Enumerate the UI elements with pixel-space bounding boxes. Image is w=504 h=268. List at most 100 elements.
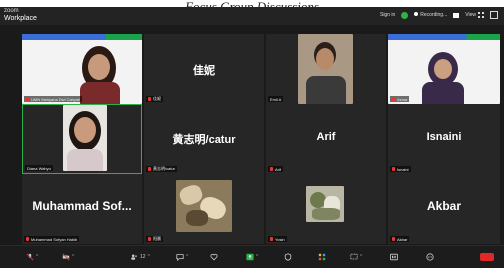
mic-muted-icon xyxy=(26,97,29,101)
participant-name-tag: Yosin xyxy=(268,236,287,242)
participant-name: Diana Wahyu xyxy=(27,165,51,171)
chevron-up-icon[interactable]: ^ xyxy=(72,254,74,260)
chevron-up-icon[interactable]: ^ xyxy=(148,254,150,260)
participants-button[interactable]: 12 ^ xyxy=(130,252,150,262)
participant-tile[interactable]: 佳妮 佳妮 xyxy=(144,34,264,104)
participant-name: Yosin xyxy=(275,236,285,242)
fullscreen-icon[interactable] xyxy=(490,11,498,19)
participant-tile[interactable]: Akbar Akbar xyxy=(388,174,500,244)
chevron-up-icon[interactable]: ^ xyxy=(360,254,362,260)
whiteboard-icon xyxy=(350,253,358,260)
top-right-controls: Sign in Recording... View xyxy=(380,11,498,19)
chevron-up-icon[interactable]: ^ xyxy=(36,254,38,260)
brand-line1: zoom xyxy=(4,8,19,14)
participant-shirt xyxy=(67,149,103,171)
participant-tile[interactable]: Yosin xyxy=(266,174,386,244)
share-screen-icon xyxy=(246,253,254,261)
mic-muted-icon xyxy=(26,237,29,241)
record-button[interactable] xyxy=(390,252,398,262)
mic-muted-icon xyxy=(148,97,151,101)
participant-tile[interactable]: Azma xyxy=(388,34,500,104)
participant-tile[interactable]: Isnaini Isnaini xyxy=(388,104,500,174)
participant-name: 佳妮 xyxy=(153,96,161,101)
chevron-up-icon[interactable]: ^ xyxy=(186,254,188,260)
end-icon xyxy=(480,253,494,261)
participant-tile-active-speaker[interactable]: Diana Wahyu xyxy=(22,104,142,174)
participant-name-tag: Muhammad Sofyan Habib xyxy=(24,236,80,242)
participant-display-name: Arif xyxy=(316,131,336,143)
participant-name-tag: UMN Mahyana Dwi Cahyati xyxy=(24,96,83,102)
participant-display-name: 黄志明/catur xyxy=(172,134,236,146)
participant-face xyxy=(316,48,334,70)
slide-header-stripe xyxy=(388,34,500,40)
participant-name-tag: 佳妮 xyxy=(146,96,163,102)
participant-name: Emil A xyxy=(270,96,282,102)
participant-name: Arif xyxy=(275,166,281,172)
shield-icon xyxy=(284,253,292,261)
pause-recording-icon[interactable] xyxy=(453,12,460,18)
participant-tile[interactable]: UMN Mahyana Dwi Cahyati xyxy=(22,34,142,104)
app-brand: zoom Workplace xyxy=(4,7,37,23)
mic-muted-icon xyxy=(392,167,395,171)
mic-muted-icon xyxy=(270,237,273,241)
participant-face xyxy=(434,59,452,79)
mic-muted-icon xyxy=(148,237,151,241)
mic-muted-icon xyxy=(148,167,151,171)
video-feed xyxy=(63,105,107,171)
security-button[interactable] xyxy=(284,252,292,262)
whiteboard-button[interactable]: ^ xyxy=(350,252,362,262)
participant-name-tag: Emil A xyxy=(268,96,284,102)
participant-shirt xyxy=(422,82,464,104)
top-bar: zoom Workplace Sign in Recording... View xyxy=(0,7,504,25)
participant-name-tag: 黄志明/catur xyxy=(146,166,178,172)
chevron-up-icon[interactable]: ^ xyxy=(256,254,258,260)
participant-shirt xyxy=(80,82,120,104)
participant-name-tag: Diana Wahyu xyxy=(25,165,53,171)
participant-tile[interactable]: 黄志明/catur 黄志明/catur xyxy=(144,104,264,174)
participants-icon xyxy=(131,254,137,260)
end-meeting-button[interactable] xyxy=(480,252,494,262)
participant-tile[interactable]: Muhammad Sof... Muhammad Sofyan Habib xyxy=(22,174,142,244)
participant-display-name: Isnaini xyxy=(426,131,462,143)
record-pause-icon xyxy=(390,253,398,261)
mic-muted-icon xyxy=(392,97,395,101)
participant-face xyxy=(74,117,96,143)
heart-icon xyxy=(210,253,218,261)
participant-tile[interactable]: 阳晨 xyxy=(144,174,264,244)
participant-name: 黄志明/catur xyxy=(153,166,176,171)
participant-name-tag: Isnaini xyxy=(390,166,411,172)
apps-icon xyxy=(318,253,326,261)
mic-off-icon xyxy=(26,253,34,261)
recording-indicator[interactable]: Recording... xyxy=(414,12,447,18)
sign-in-button[interactable]: Sign in xyxy=(380,12,395,18)
video-feed xyxy=(388,34,500,104)
participant-display-name: Akbar xyxy=(426,199,461,213)
participant-name-tag: 阳晨 xyxy=(146,236,163,242)
participant-name: Azma xyxy=(397,96,408,102)
mic-muted-icon xyxy=(270,167,273,171)
profile-picture xyxy=(176,180,232,232)
video-feed xyxy=(22,34,142,104)
start-video-button[interactable]: ^ xyxy=(62,252,74,262)
more-button[interactable] xyxy=(426,252,434,262)
view-button[interactable]: View xyxy=(465,12,484,18)
apps-button[interactable] xyxy=(318,252,326,262)
reactions-button[interactable] xyxy=(210,252,218,262)
participants-count: 12 xyxy=(140,254,146,260)
participant-tile[interactable]: Arif Arif xyxy=(266,104,386,174)
chat-button[interactable]: ^ xyxy=(176,252,188,262)
mic-muted-icon xyxy=(392,237,395,241)
participant-face xyxy=(88,54,110,80)
security-shield-icon[interactable] xyxy=(401,11,409,19)
image-detail xyxy=(312,208,340,220)
record-dot-icon xyxy=(414,12,419,16)
participant-display-name: Muhammad Sof... xyxy=(32,199,132,213)
grid-view-icon xyxy=(478,12,484,18)
share-screen-button[interactable]: ^ xyxy=(246,252,258,262)
participant-tile[interactable]: Emil A xyxy=(266,34,386,104)
recording-label: Recording... xyxy=(420,12,448,18)
more-icon xyxy=(426,253,434,261)
participant-name-tag: Azma xyxy=(390,96,410,102)
participant-name: Isnaini xyxy=(397,166,409,172)
mute-button[interactable]: ^ xyxy=(26,252,38,262)
